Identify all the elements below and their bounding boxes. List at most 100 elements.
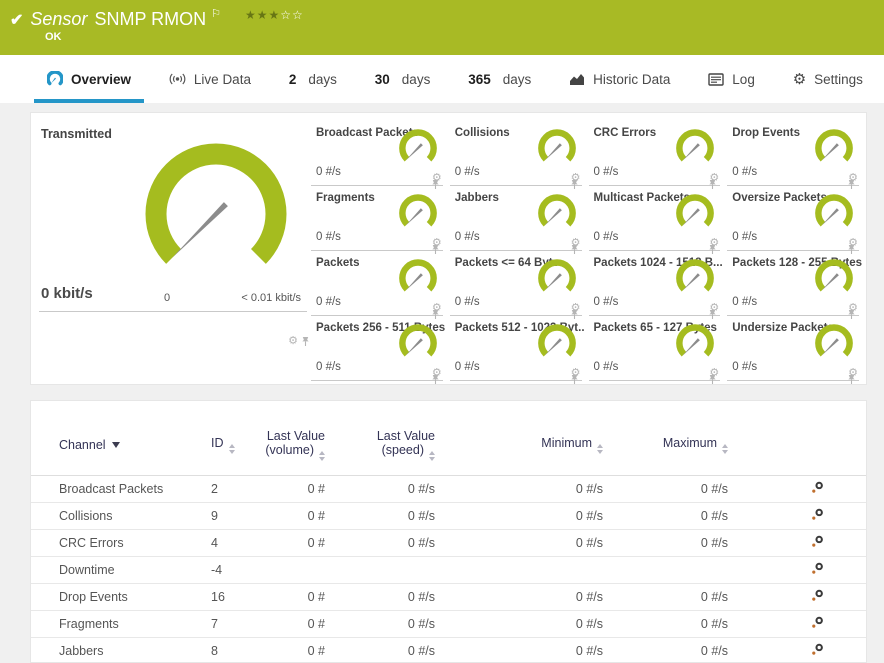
table-row: Fragments 7 0 # 0 #/s 0 #/s 0 #/s xyxy=(31,610,866,638)
tab-label: Live Data xyxy=(193,71,251,87)
minimum-value: 0 #/s xyxy=(465,502,630,530)
pin-icon[interactable] xyxy=(847,374,856,385)
channel-gauge xyxy=(398,324,437,357)
last-value-volume: 0 # xyxy=(253,583,345,611)
column-header-last-value-speed[interactable]: Last Value (speed) xyxy=(345,401,465,476)
column-header-minimum[interactable]: Minimum xyxy=(465,401,630,476)
tab-label: Overview xyxy=(71,71,132,87)
gear-icon[interactable]: ⚙ xyxy=(288,335,298,347)
status-badge: OK xyxy=(45,31,62,43)
last-value-speed: 0 #/s xyxy=(345,583,465,611)
last-value-volume: 0 # xyxy=(253,502,345,530)
channel-settings-icon[interactable] xyxy=(811,562,824,575)
gauge-cell-crc-errors[interactable]: CRC Errors 0 #/s ⚙ xyxy=(588,121,721,189)
gauge-cell-fragments[interactable]: Fragments 0 #/s ⚙ xyxy=(311,186,443,254)
channel-settings-cell xyxy=(755,529,866,557)
channel-id: 7 xyxy=(181,610,253,638)
gauge-cell-packets-64-byte[interactable]: Packets <= 64 Byte 0 #/s ⚙ xyxy=(449,251,582,319)
pin-icon[interactable] xyxy=(570,374,579,385)
flag-icon[interactable]: ⚐ xyxy=(211,7,221,20)
main-gauge-transmitted[interactable]: Transmitted 0 kbit/s 0 < 0.01 kbit/s ⚙ xyxy=(31,113,311,384)
last-value-volume: 0 # xyxy=(253,610,345,638)
channel-settings-icon[interactable] xyxy=(811,616,824,629)
column-label: Last Value (speed) xyxy=(376,429,435,458)
tab-historic-data[interactable]: Historic Data xyxy=(556,55,683,103)
sort-icon xyxy=(228,444,235,455)
tab-label: days xyxy=(401,71,431,87)
gauge-value: 0 #/s xyxy=(454,296,480,308)
channel-gauge xyxy=(398,129,437,162)
channel-settings-cell xyxy=(755,637,866,662)
tab-30-days[interactable]: 30 days xyxy=(362,55,444,103)
column-header-channel[interactable]: Channel xyxy=(31,401,181,476)
gauge-cell-packets[interactable]: Packets 0 #/s ⚙ xyxy=(311,251,443,319)
gauge-cell-broadcast-packets[interactable]: Broadcast Packets 0 #/s ⚙ xyxy=(311,121,443,189)
channel-gauge xyxy=(537,129,576,162)
gauge-cell-packets-512-1023[interactable]: Packets 512 - 1023 Byt... 0 #/s ⚙ xyxy=(449,316,585,384)
gauge-value: 0 #/s xyxy=(732,231,758,243)
tab-log[interactable]: Log xyxy=(695,55,768,103)
tab-365-days[interactable]: 365 days xyxy=(455,55,544,103)
table-row: Drop Events 16 0 # 0 #/s 0 #/s 0 #/s xyxy=(31,583,866,611)
pin-icon[interactable] xyxy=(431,374,440,385)
channel-gauge xyxy=(676,324,715,357)
channel-settings-icon[interactable] xyxy=(811,508,824,521)
column-label: Last Value (volume) xyxy=(265,429,325,458)
tab-day-number: 30 xyxy=(374,71,390,87)
maximum-value: 0 #/s xyxy=(630,529,755,557)
tab-label: Log xyxy=(732,71,755,87)
sensor-kind-label: Sensor xyxy=(30,9,88,29)
minimum-value xyxy=(465,556,630,584)
stars-empty[interactable]: ☆☆ xyxy=(280,8,304,22)
channel-settings-cell xyxy=(755,502,866,530)
gauge-cell-oversize-packets[interactable]: Oversize Packets 0 #/s ⚙ xyxy=(727,186,859,254)
channel-settings-icon[interactable] xyxy=(811,643,824,656)
pin-icon[interactable] xyxy=(708,374,717,385)
gauge-value: 0 #/s xyxy=(732,361,758,373)
channel-gauge xyxy=(676,194,715,227)
column-label: Maximum xyxy=(662,436,717,451)
column-header-id[interactable]: ID xyxy=(181,401,253,476)
column-label: ID xyxy=(211,436,224,451)
maximum-value: 0 #/s xyxy=(630,637,755,662)
channel-id: 9 xyxy=(181,502,253,530)
gauge-cell-packets-128-255[interactable]: Packets 128 - 255 Bytes 0 #/s ⚙ xyxy=(727,251,862,319)
priority-stars[interactable]: ★★★☆☆ xyxy=(245,8,304,22)
last-value-volume: 0 # xyxy=(253,529,345,557)
gauge-title: Fragments xyxy=(316,192,375,204)
pin-icon[interactable] xyxy=(301,336,310,347)
channel-settings-icon[interactable] xyxy=(811,481,824,494)
main-gauge-value: 0 kbit/s xyxy=(41,285,93,302)
column-label: Channel xyxy=(59,438,106,453)
gauge-value: 0 #/s xyxy=(454,361,480,373)
channel-gauge xyxy=(537,194,576,227)
gauge-cell-multicast-packets[interactable]: Multicast Packets 0 #/s ⚙ xyxy=(588,186,721,254)
minimum-value: 0 #/s xyxy=(465,637,630,662)
channel-settings-icon[interactable] xyxy=(811,589,824,602)
gauge-cell-packets-256-511[interactable]: Packets 256 - 511 Bytes 0 #/s ⚙ xyxy=(311,316,445,384)
gauge-cell-collisions[interactable]: Collisions 0 #/s ⚙ xyxy=(449,121,582,189)
gauge-cell-jabbers[interactable]: Jabbers 0 #/s ⚙ xyxy=(449,186,582,254)
gauge-cell-undersize-packets[interactable]: Undersize Packets 0 #/s ⚙ xyxy=(727,316,859,384)
table-row: Collisions 9 0 # 0 #/s 0 #/s 0 #/s xyxy=(31,502,866,530)
channel-settings-icon[interactable] xyxy=(811,535,824,548)
column-header-last-value-volume[interactable]: Last Value (volume) xyxy=(253,401,345,476)
channel-settings-cell xyxy=(755,610,866,638)
channel-id: -4 xyxy=(181,556,253,584)
gauge-cell-packets-1024-1518[interactable]: Packets 1024 - 1518 B... 0 #/s ⚙ xyxy=(588,251,723,319)
tab-live-data[interactable]: Live Data xyxy=(156,55,264,103)
maximum-value xyxy=(630,556,755,584)
maximum-value: 0 #/s xyxy=(630,475,755,503)
column-header-maximum[interactable]: Maximum xyxy=(630,401,755,476)
channel-gauge xyxy=(815,259,853,292)
gauge-cell-drop-events[interactable]: Drop Events 0 #/s ⚙ xyxy=(727,121,859,189)
gauge-value: 0 #/s xyxy=(316,296,341,308)
tab-2-days[interactable]: 2 days xyxy=(276,55,350,103)
gauge-value: 0 #/s xyxy=(593,231,619,243)
channel-settings-cell xyxy=(755,583,866,611)
sort-icon xyxy=(319,451,325,462)
tab-overview[interactable]: Overview xyxy=(34,55,145,103)
tab-settings[interactable]: ⚙ Settings xyxy=(780,55,876,103)
stars-filled[interactable]: ★★★ xyxy=(245,8,280,22)
gauge-cell-packets-65-127[interactable]: Packets 65 - 127 Bytes 0 #/s ⚙ xyxy=(588,316,721,384)
